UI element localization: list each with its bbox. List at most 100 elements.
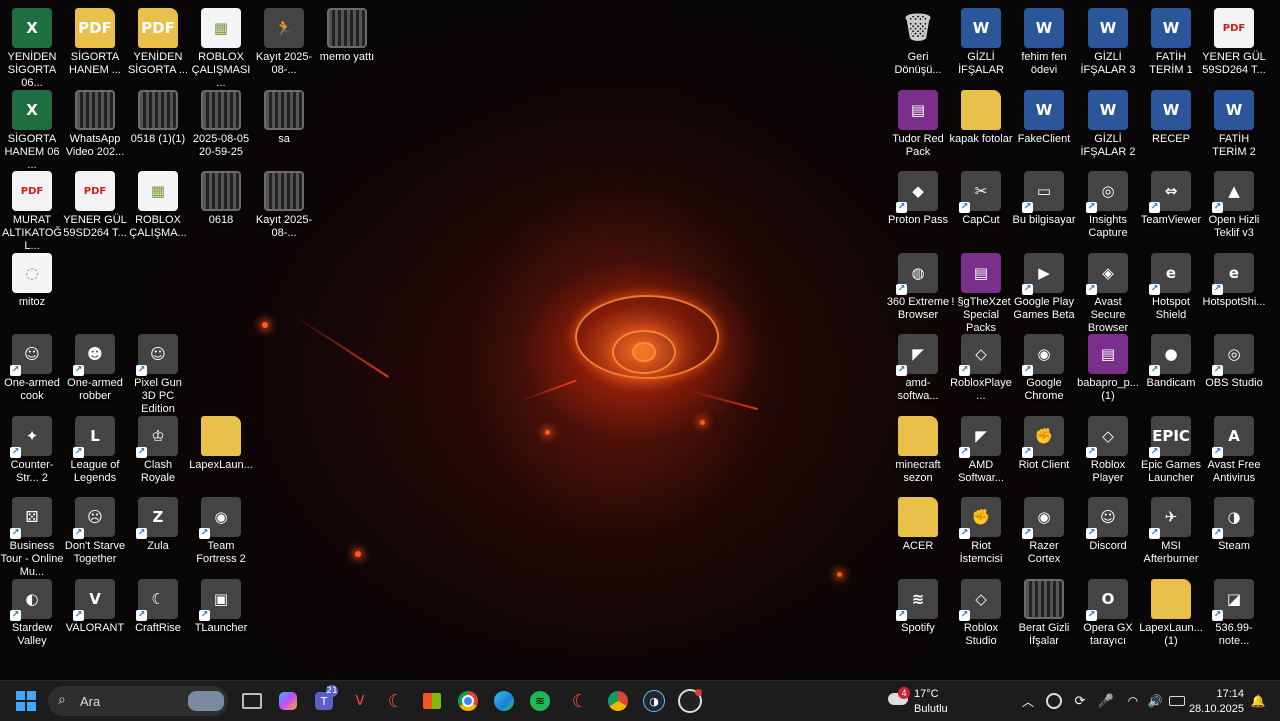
desktop-icon[interactable]: ☺ ↗ Discord (1076, 491, 1140, 571)
weather-widget[interactable]: 4 17°C Bulutlu (886, 685, 976, 717)
desktop-icon[interactable]: ◆ ↗ Proton Pass (886, 165, 950, 245)
desktop-icon[interactable]: ◍ ↗ 360 Extreme Browser (886, 247, 950, 327)
desktop-icon[interactable]: minecraft sezon (886, 410, 950, 490)
taskbar-steam[interactable]: ◑ (640, 687, 668, 715)
taskbar-copilot[interactable] (274, 687, 302, 715)
desktop-icon[interactable]: ▶ ↗ Google Play Games Beta (1012, 247, 1076, 327)
tray-app-1[interactable] (1042, 687, 1066, 715)
desktop-icon[interactable]: ◤ ↗ amd-softwa... (886, 328, 950, 408)
desktop-icon[interactable]: ☻ ↗ One-armed robber (63, 328, 127, 408)
taskbar-search-box[interactable]: ⌕ Ara (48, 686, 228, 716)
desktop-icon[interactable]: ◑ ↗ Steam (1202, 491, 1266, 571)
desktop-icon[interactable]: e ↗ HotspotShi... (1202, 247, 1266, 327)
desktop-icon[interactable]: ≋ ↗ Spotify (886, 573, 950, 653)
desktop-icon[interactable]: ◤ ↗ AMD Softwar... (949, 410, 1013, 490)
desktop-icon[interactable]: ☺ ↗ Pixel Gun 3D PC Edition (126, 328, 190, 415)
tray-battery[interactable] (1166, 687, 1188, 715)
desktop-icon[interactable]: 0618 (189, 165, 253, 245)
desktop-icon[interactable]: ▤ Tudor Red Pack (886, 84, 950, 164)
desktop-icon[interactable]: W GİZLİ İFŞALAR 3 (1076, 2, 1140, 82)
desktop-icon[interactable]: ACER (886, 491, 950, 571)
desktop-icon[interactable]: W GİZLİ İFŞALAR (949, 2, 1013, 82)
desktop-icon[interactable]: ▦ ROBLOX ÇALIŞMA... (126, 165, 190, 245)
desktop-icon[interactable]: ✊ ↗ Riot İstemcisi (949, 491, 1013, 571)
desktop-icon[interactable]: 🗑 Geri Dönüşü... (886, 2, 950, 82)
desktop-icon[interactable]: ◪ ↗ 536.99-note... (1202, 573, 1266, 653)
task-view-button[interactable] (238, 687, 266, 715)
desktop-icon[interactable]: ⚄ ↗ Business Tour - Online Mu... (0, 491, 64, 578)
clock[interactable]: 17:14 28.10.2025 (1189, 685, 1246, 717)
desktop-icon[interactable]: PDF YENER GÜL 59SD264 T... (63, 165, 127, 245)
desktop-icon[interactable]: PDF MURAT ALTIKATOĞL... (0, 165, 64, 252)
tray-microphone[interactable]: 🎤 (1094, 687, 1118, 715)
desktop-icon[interactable]: Berat Gizli İfşalar (1012, 573, 1076, 653)
show-hidden-icons[interactable]: ︿ (1014, 687, 1042, 715)
taskbar-obs[interactable] (676, 687, 704, 715)
desktop-icon[interactable]: 0518 (1)(1) (126, 84, 190, 164)
desktop-icon[interactable]: ◉ ↗ Razer Cortex (1012, 491, 1076, 571)
desktop-icon[interactable]: ◇ ↗ Roblox Studio (949, 573, 1013, 653)
taskbar-spotify[interactable]: ≋ (526, 687, 554, 715)
start-button[interactable] (12, 687, 40, 715)
desktop-icon[interactable]: Kayıt 2025-08-... (252, 165, 316, 245)
desktop-icon[interactable]: ◇ ↗ Roblox Player (1076, 410, 1140, 490)
desktop-icon[interactable]: ☺ ↗ One-armed cook (0, 328, 64, 408)
desktop-icon[interactable]: ✦ ↗ Counter-Str... 2 (0, 410, 64, 490)
desktop-icon[interactable]: ◐ ↗ Stardew Valley (0, 573, 64, 653)
desktop-icon[interactable]: ✂ ↗ CapCut (949, 165, 1013, 245)
desktop-icon[interactable]: ◈ ↗ Avast Secure Browser (1076, 247, 1140, 334)
taskbar-store[interactable] (418, 687, 446, 715)
notifications-button[interactable]: 🔔 (1248, 687, 1268, 715)
desktop-icon[interactable]: ☹ ↗ Don't Starve Together (63, 491, 127, 571)
desktop-icon[interactable]: memo yattı (315, 2, 379, 82)
desktop-icon[interactable]: O ↗ Opera GX tarayıcı (1076, 573, 1140, 653)
desktop-icon[interactable]: ▤ babapro_p... (1) (1076, 328, 1140, 408)
desktop-icon[interactable]: ♔ ↗ Clash Royale (126, 410, 190, 490)
desktop-icon[interactable]: WhatsApp Video 202... (63, 84, 127, 164)
desktop-icon[interactable]: X YENİDEN SİGORTA 06... (0, 2, 64, 89)
desktop-icon[interactable]: ✈ ↗ MSI Afterburner (1139, 491, 1203, 571)
desktop-icon[interactable]: ◎ ↗ OBS Studio (1202, 328, 1266, 408)
desktop-icon[interactable]: ◌ mitoz (0, 247, 64, 327)
desktop-icon[interactable]: ◉ ↗ Google Chrome (1012, 328, 1076, 408)
taskbar-craftrise[interactable]: ☾ (382, 687, 410, 715)
desktop-icon[interactable]: sa (252, 84, 316, 164)
tray-network[interactable]: ◠ (1122, 687, 1144, 715)
desktop-icon[interactable]: PDF YENER GÜL 59SD264 T... (1202, 2, 1266, 82)
desktop-icon[interactable]: ◉ ↗ Team Fortress 2 (189, 491, 253, 571)
desktop-icon[interactable]: V ↗ VALORANT (63, 573, 127, 653)
desktop-icon[interactable]: L ↗ League of Legends (63, 410, 127, 490)
desktop-icon[interactable]: PDF YENİDEN SİGORTA ... (126, 2, 190, 82)
desktop-icon[interactable]: W RECEP (1139, 84, 1203, 164)
desktop-icon[interactable]: ▭ ↗ Bu bilgisayar (1012, 165, 1076, 245)
desktop-icon[interactable]: ⇔ ↗ TeamViewer (1139, 165, 1203, 245)
desktop-icon[interactable]: ✊ ↗ Riot Client (1012, 410, 1076, 490)
desktop-icon[interactable]: LapexLaun... (189, 410, 253, 490)
desktop-icon[interactable]: Wfehim fen ödevi (1012, 2, 1076, 82)
taskbar-teams[interactable]: T 21 (310, 685, 338, 715)
desktop-icon[interactable]: LapexLaun... (1) (1139, 573, 1203, 653)
desktop-icon[interactable]: W FATİH TERİM 1 (1139, 2, 1203, 82)
desktop-icon[interactable]: A ↗ Avast Free Antivirus (1202, 410, 1266, 490)
desktop-icon[interactable]: ◇ ↗ RobloxPlaye... (949, 328, 1013, 408)
desktop-icon[interactable]: PDF SİGORTA HANEM ... (63, 2, 127, 82)
desktop-icon[interactable]: ● ↗ Bandicam (1139, 328, 1203, 408)
taskbar-chrome-2[interactable] (604, 687, 632, 715)
desktop-icon[interactable]: ▲ ↗ Open Hizli Teklif v3 (1202, 165, 1266, 245)
desktop-icon[interactable]: X SİGORTA HANEM 06 ... (0, 84, 64, 171)
taskbar-chrome[interactable] (454, 687, 482, 715)
taskbar-craftrise-2[interactable]: ☾ (566, 687, 594, 715)
taskbar-valorant[interactable]: V (346, 687, 374, 715)
desktop-icon[interactable]: ☾ ↗ CraftRise (126, 573, 190, 653)
desktop-icon[interactable]: ◎ ↗ Insights Capture (1076, 165, 1140, 245)
desktop-icon[interactable]: W GİZLİ İFŞALAR 2 (1076, 84, 1140, 164)
desktop-icon[interactable]: ▤! §gTheXzet Special Packs (949, 247, 1013, 334)
desktop-icon[interactable]: ▣ ↗ TLauncher (189, 573, 253, 653)
tray-volume[interactable]: 🔊 (1144, 687, 1166, 715)
desktop-icon[interactable]: 🏃 Kayıt 2025-08-... (252, 2, 316, 82)
desktop-icon[interactable]: 2025-08-05 20-59-25 (189, 84, 253, 164)
desktop-icon[interactable]: Z ↗ Zula (126, 491, 190, 571)
tray-sync[interactable]: ⟳ (1068, 687, 1092, 715)
taskbar-edge[interactable] (490, 687, 518, 715)
desktop-icon[interactable]: W FATİH TERİM 2 (1202, 84, 1266, 164)
